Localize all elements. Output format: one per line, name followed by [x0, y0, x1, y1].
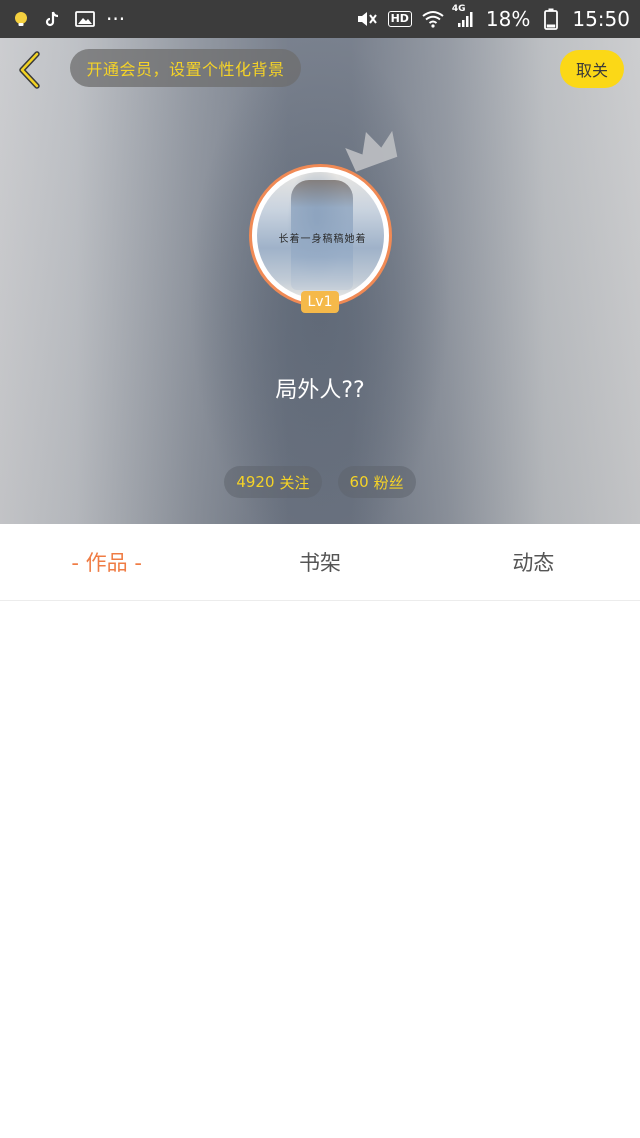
- back-button[interactable]: [10, 50, 50, 90]
- wifi-icon: [422, 8, 444, 30]
- network-type-label: 4G: [451, 4, 466, 14]
- tab-content-area: [0, 602, 640, 1138]
- followers-label: 粉丝: [373, 473, 404, 492]
- battery-icon: [540, 8, 562, 30]
- vip-background-prompt[interactable]: 开通会员，设置个性化背景: [70, 49, 301, 87]
- clock-time: 15:50: [572, 7, 630, 31]
- tiktok-icon: [42, 8, 64, 30]
- status-right: HD 4G 18% 15:50: [356, 4, 630, 31]
- tab-bookshelf[interactable]: 书架: [213, 524, 426, 600]
- signal-icon: 4G: [452, 4, 476, 30]
- status-bar: ··· HD 4G 18% 15:50: [0, 0, 640, 38]
- followers-button[interactable]: 60 粉丝: [337, 466, 416, 498]
- back-chevron-icon: [19, 51, 40, 89]
- gallery-icon: [74, 8, 96, 30]
- tab-activity[interactable]: 动态: [427, 524, 640, 600]
- followers-count: 60: [349, 473, 369, 491]
- avatar[interactable]: 长着一身稿稿她着: [249, 164, 392, 307]
- following-button[interactable]: 4920 关注: [224, 466, 322, 498]
- status-left: ···: [10, 7, 125, 31]
- username: 局外人??: [275, 378, 365, 403]
- profile-tabs: - 作品 - 书架 动态: [0, 524, 640, 601]
- bulb-notification-icon: [10, 8, 32, 30]
- following-label: 关注: [279, 473, 310, 492]
- unfollow-button[interactable]: 取关: [560, 50, 624, 88]
- avatar-overlay-text: 长着一身稿稿她着: [278, 234, 367, 245]
- level-badge: Lv1: [301, 291, 339, 313]
- avatar-image: 长着一身稿稿她着: [257, 172, 384, 299]
- hd-badge: HD: [387, 11, 412, 27]
- follow-stats: 4920 关注 60 粉丝: [0, 466, 640, 498]
- battery-percent: 18%: [485, 7, 531, 31]
- more-notifications-indicator: ···: [106, 7, 126, 31]
- profile-header: 开通会员，设置个性化背景 取关 长着一身稿稿她着 Lv1 局外人?? 4920 …: [0, 38, 640, 524]
- following-count: 4920: [236, 473, 275, 491]
- mute-icon: [356, 8, 378, 30]
- tab-works[interactable]: - 作品 -: [0, 524, 213, 600]
